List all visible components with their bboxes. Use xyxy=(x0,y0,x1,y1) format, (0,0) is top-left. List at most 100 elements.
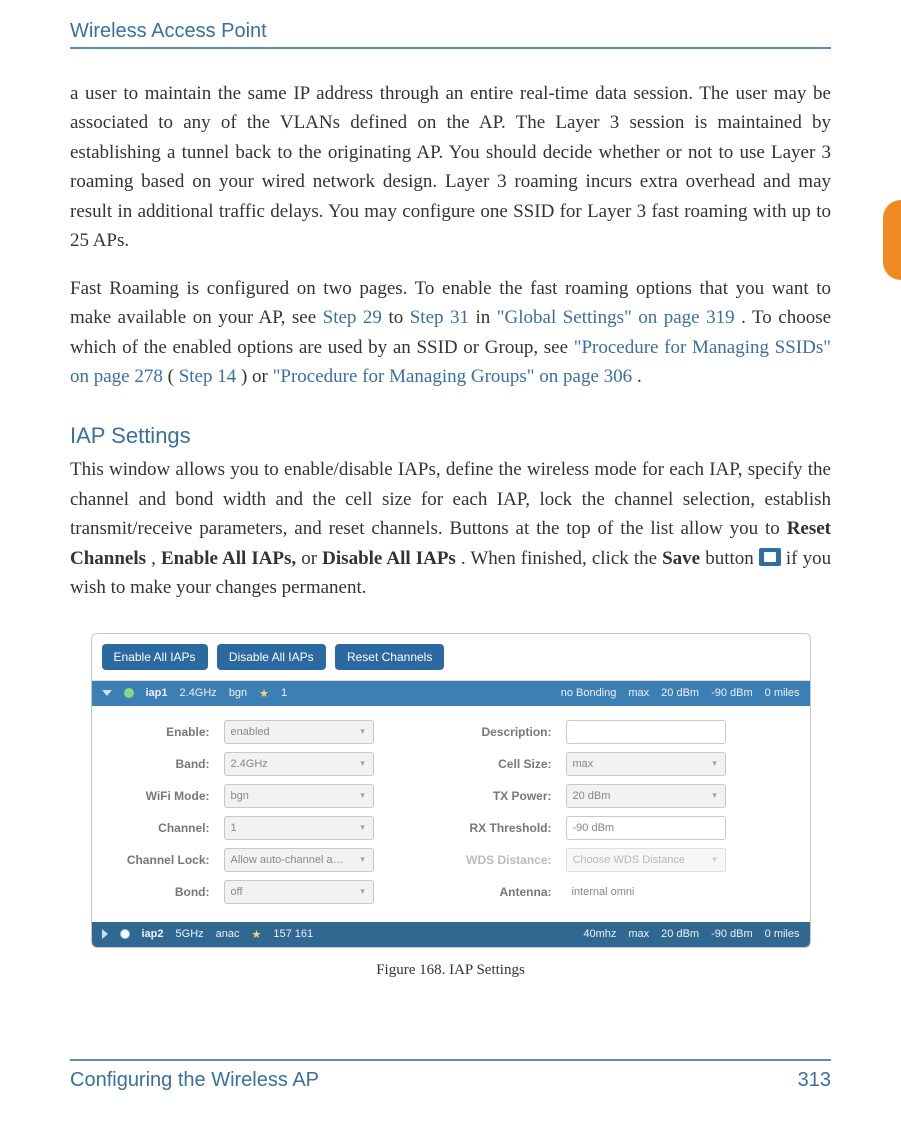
wds-distance-value: Choose WDS Distance xyxy=(573,854,686,866)
antenna-value: internal omni xyxy=(566,886,726,898)
band-value: 2.4GHz xyxy=(231,758,268,770)
iap-channel: 157 161 xyxy=(273,928,313,940)
enable-label: Enable: xyxy=(110,725,210,739)
cell-size-label: Cell Size: xyxy=(442,757,552,771)
iap-dist: 0 miles xyxy=(765,928,800,940)
enable-all-iaps-button[interactable]: Enable All IAPs xyxy=(102,644,208,670)
paragraph-iap-settings: This window allows you to enable/disable… xyxy=(70,455,831,602)
link-step-31[interactable]: Step 31 xyxy=(410,307,469,328)
description-label: Description: xyxy=(442,725,552,739)
iap-band: 2.4GHz xyxy=(180,687,217,699)
iap-row-1-header[interactable]: iap1 2.4GHz bgn ★ 1 no Bonding max 20 dB… xyxy=(92,681,810,706)
chevron-down-icon: ▼ xyxy=(711,791,719,800)
paragraph-fast-roaming: Fast Roaming is configured on two pages.… xyxy=(70,274,831,392)
iap-form: Enable: enabled ▼ Description: Band: 2.4G… xyxy=(92,706,810,922)
text: in xyxy=(476,307,497,328)
chevron-down-icon xyxy=(102,690,112,696)
chevron-down-icon: ▼ xyxy=(711,855,719,864)
iap-bond: 40mhz xyxy=(583,928,616,940)
running-head: Wireless Access Point xyxy=(70,20,831,43)
iap-dist: 0 miles xyxy=(765,687,800,699)
page-number: 313 xyxy=(798,1069,831,1092)
status-dot-icon xyxy=(120,929,130,939)
channel-label: Channel: xyxy=(110,821,210,835)
channel-select[interactable]: 1▼ xyxy=(224,816,374,840)
iap-row-2-header[interactable]: iap2 5GHz anac ★ 157 161 40mhz max 20 dB… xyxy=(92,922,810,947)
link-global-settings[interactable]: "Global Settings" on page 319 xyxy=(497,307,735,328)
text: , xyxy=(151,548,161,569)
enable-value: enabled xyxy=(231,726,270,738)
reset-channels-button[interactable]: Reset Channels xyxy=(335,644,444,670)
iap-rx: -90 dBm xyxy=(711,928,753,940)
rx-threshold-value: -90 dBm xyxy=(573,822,615,834)
tx-power-label: TX Power: xyxy=(442,789,552,803)
disable-all-iaps-button[interactable]: Disable All IAPs xyxy=(217,644,326,670)
wifi-mode-select[interactable]: bgn ▼ xyxy=(224,784,374,808)
iap-channel: 1 xyxy=(281,687,287,699)
channel-lock-select[interactable]: Allow auto-channel a… ▼ xyxy=(224,848,374,872)
chevron-down-icon: ▼ xyxy=(359,855,367,864)
link-procedure-groups[interactable]: "Procedure for Managing Groups" on page … xyxy=(273,366,633,387)
rx-threshold-label: RX Threshold: xyxy=(442,821,552,835)
chevron-down-icon: ▼ xyxy=(359,727,367,736)
footer-section-title: Configuring the Wireless AP xyxy=(70,1069,319,1092)
bond-value: off xyxy=(231,886,243,898)
iap-tx: 20 dBm xyxy=(661,687,699,699)
bold-save: Save xyxy=(662,548,700,569)
text: . xyxy=(637,366,642,387)
channel-value: 1 xyxy=(231,822,237,834)
channel-lock-label: Channel Lock: xyxy=(110,853,210,867)
link-step-14[interactable]: Step 14 xyxy=(179,366,237,387)
cell-size-value: max xyxy=(573,758,594,770)
text: . When finished, click the xyxy=(461,548,662,569)
band-select[interactable]: 2.4GHz ▼ xyxy=(224,752,374,776)
star-icon: ★ xyxy=(259,687,269,700)
description-input[interactable] xyxy=(566,720,726,744)
header-rule xyxy=(70,47,831,49)
enable-select[interactable]: enabled ▼ xyxy=(224,720,374,744)
status-dot-icon xyxy=(124,688,134,698)
antenna-label: Antenna: xyxy=(442,885,552,899)
text: ) or xyxy=(241,366,273,387)
side-tab-indicator xyxy=(883,200,901,280)
bond-label: Bond: xyxy=(110,885,210,899)
text: ( xyxy=(168,366,174,387)
chevron-down-icon: ▼ xyxy=(359,759,367,768)
wifi-mode-value: bgn xyxy=(231,790,249,802)
wds-distance-select[interactable]: Choose WDS Distance ▼ xyxy=(566,848,726,872)
iap-mode: bgn xyxy=(229,687,247,699)
section-heading-iap-settings: IAP Settings xyxy=(70,419,831,453)
chevron-right-icon xyxy=(102,929,108,939)
bond-select[interactable]: off ▼ xyxy=(224,880,374,904)
rx-threshold-input[interactable]: -90 dBm xyxy=(566,816,726,840)
text: to xyxy=(388,307,409,328)
tx-power-value: 20 dBm xyxy=(573,790,611,802)
wds-distance-label: WDS Distance: xyxy=(442,853,552,867)
bold-enable-all-iaps: Enable All IAPs, xyxy=(161,548,296,569)
band-label: Band: xyxy=(110,757,210,771)
link-step-29[interactable]: Step 29 xyxy=(323,307,382,328)
chevron-down-icon: ▼ xyxy=(359,823,367,832)
chevron-down-icon: ▼ xyxy=(359,887,367,896)
chevron-down-icon: ▼ xyxy=(711,759,719,768)
iap-band: 5GHz xyxy=(176,928,204,940)
iap-name: iap2 xyxy=(142,928,164,940)
cell-size-select[interactable]: max ▼ xyxy=(566,752,726,776)
text: This window allows you to enable/disable… xyxy=(70,459,831,539)
bold-disable-all-iaps: Disable All IAPs xyxy=(322,548,456,569)
iap-cell: max xyxy=(628,928,649,940)
text: or xyxy=(301,548,322,569)
chevron-down-icon: ▼ xyxy=(359,791,367,800)
iap-tx: 20 dBm xyxy=(661,928,699,940)
channel-lock-value: Allow auto-channel a… xyxy=(231,854,344,866)
iap-rx: -90 dBm xyxy=(711,687,753,699)
star-icon: ★ xyxy=(252,928,262,941)
wifi-mode-label: WiFi Mode: xyxy=(110,789,210,803)
iap-name: iap1 xyxy=(146,687,168,699)
tx-power-select[interactable]: 20 dBm ▼ xyxy=(566,784,726,808)
page-footer: Configuring the Wireless AP 313 xyxy=(70,1059,831,1092)
paragraph-layer3: a user to maintain the same IP address t… xyxy=(70,79,831,256)
save-icon xyxy=(759,548,781,566)
figure-iap-settings: Enable All IAPs Disable All IAPs Reset C… xyxy=(91,633,811,948)
figure-caption: Figure 168. IAP Settings xyxy=(91,962,811,979)
